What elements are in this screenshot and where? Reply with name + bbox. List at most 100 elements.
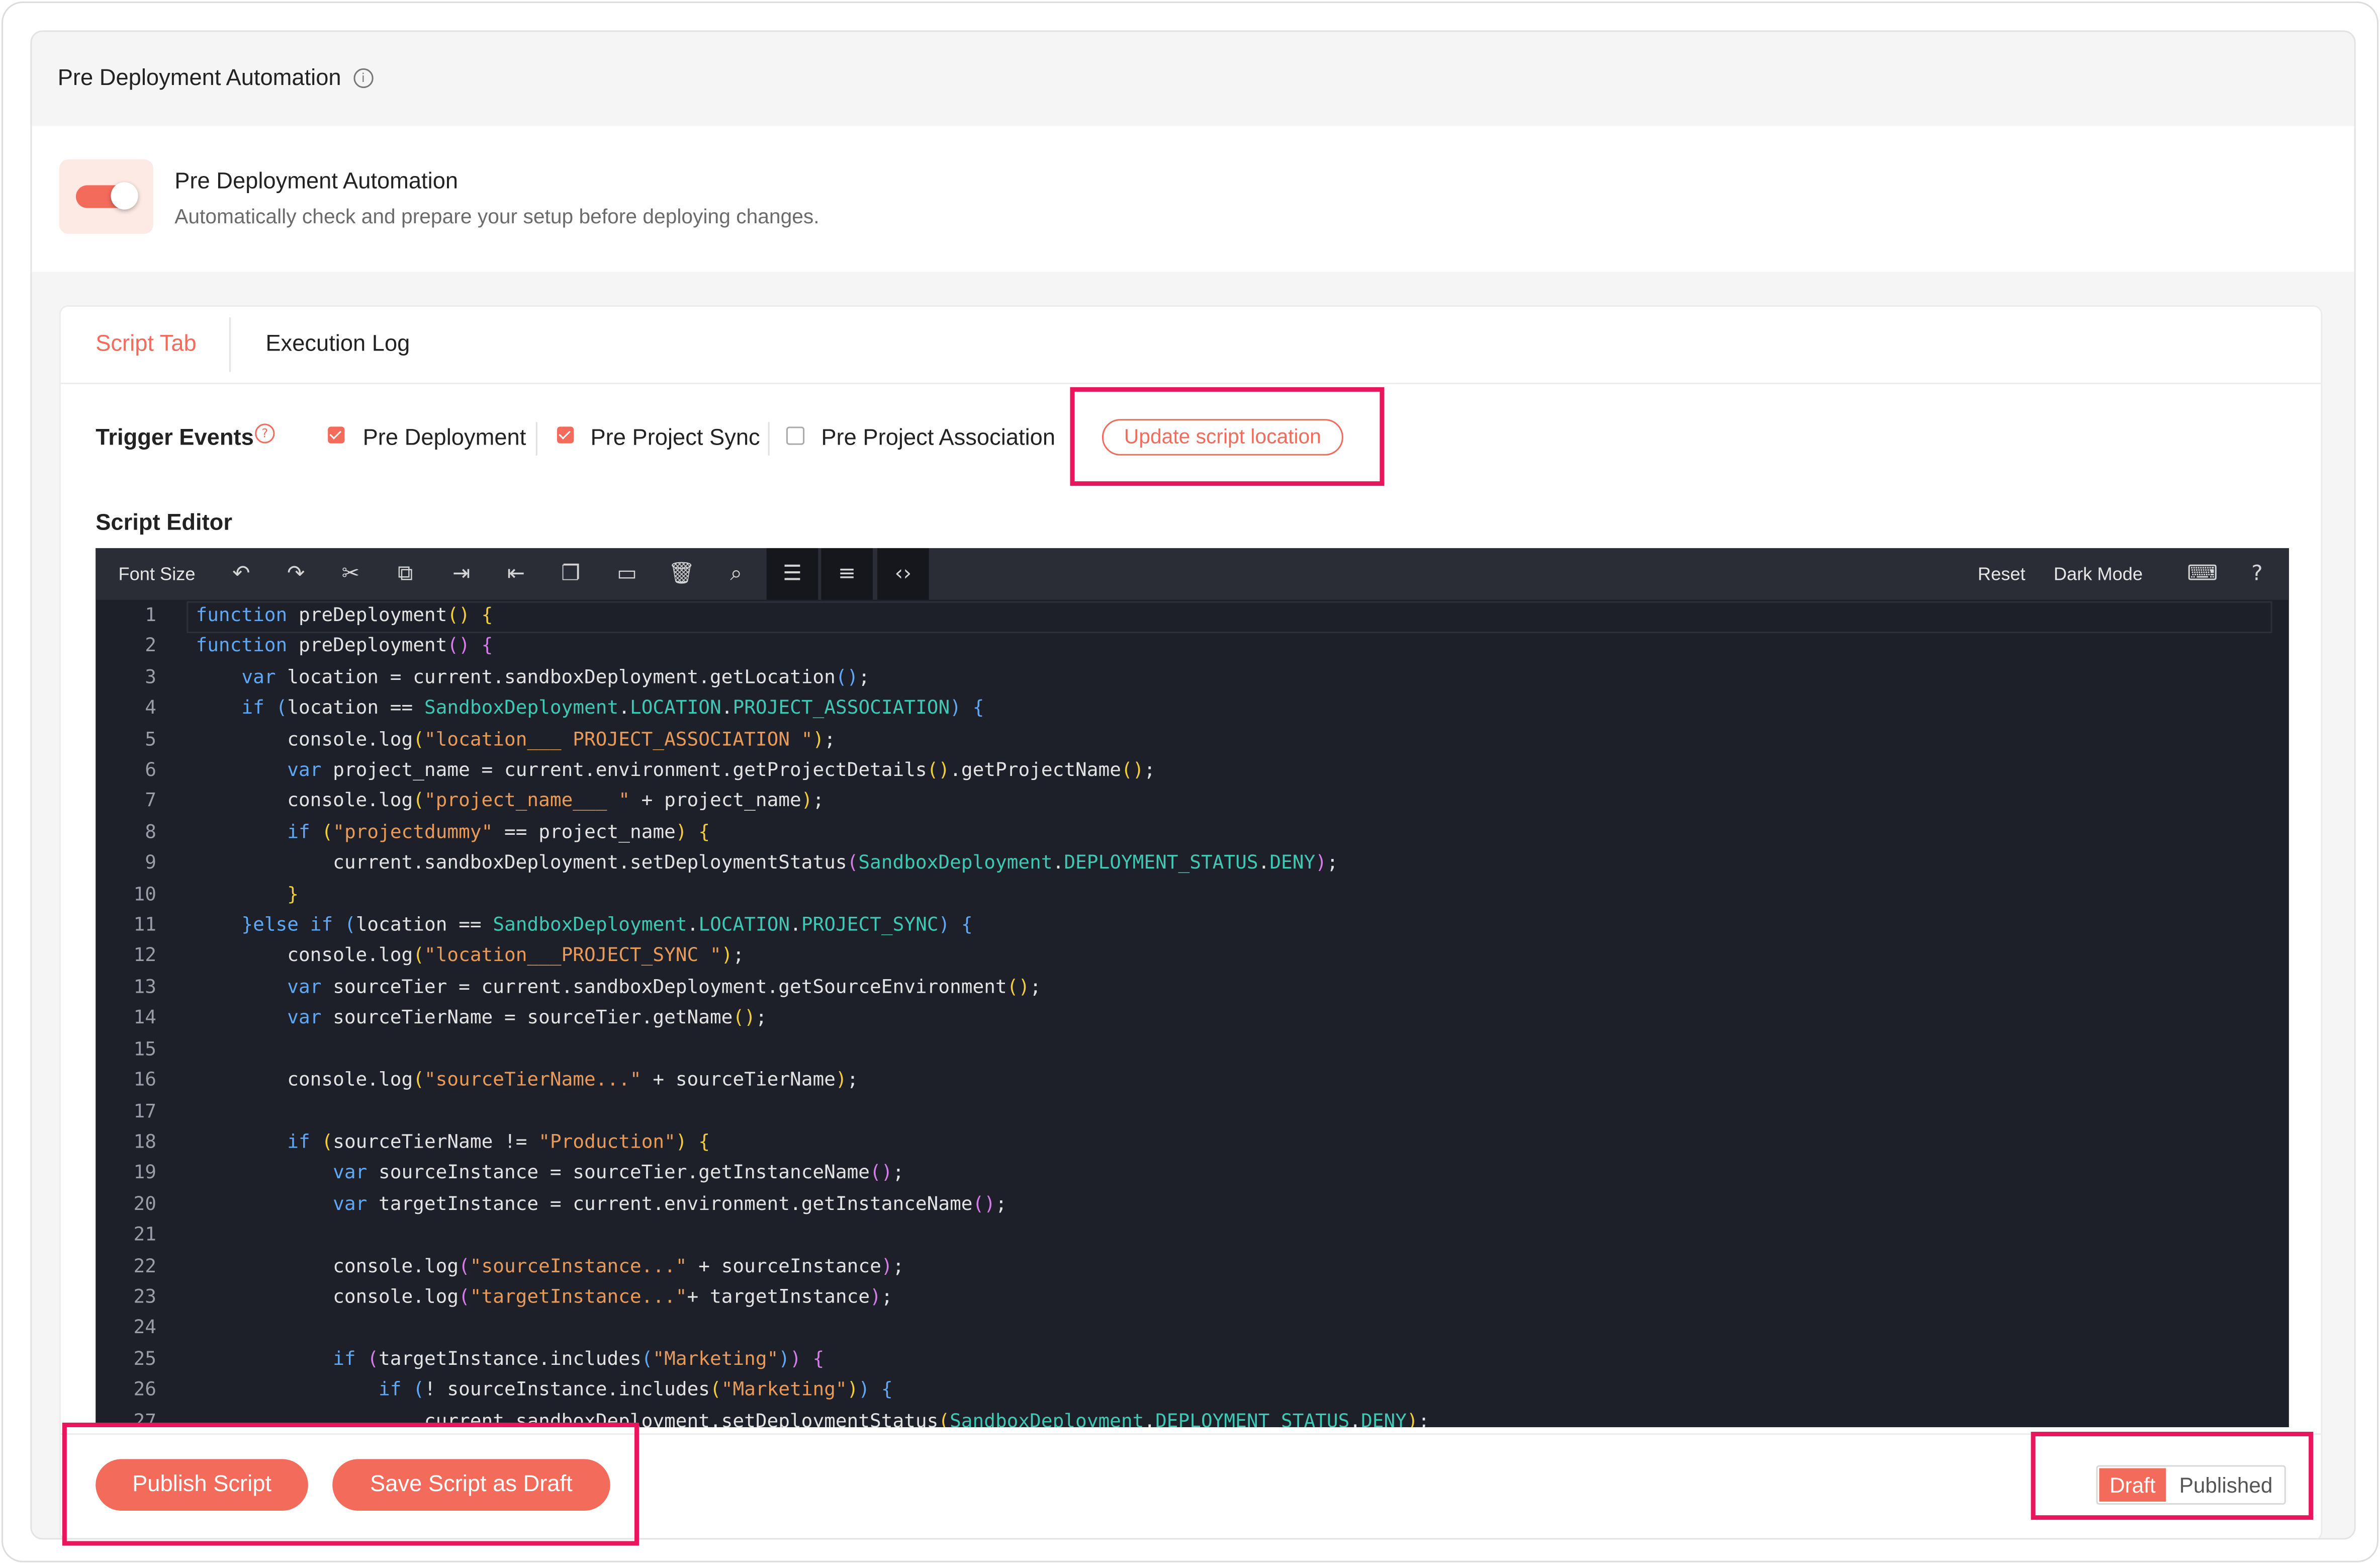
automation-toggle-row: Pre Deployment Automation Automatically … bbox=[32, 126, 2354, 272]
code-line[interactable]: var location = current.sandboxDeployment… bbox=[196, 662, 2275, 693]
code-line[interactable] bbox=[196, 1095, 2275, 1126]
code-line[interactable]: console.log("project_name___ " + project… bbox=[196, 786, 2275, 817]
automation-title: Pre Deployment Automation bbox=[174, 168, 459, 195]
tab-script[interactable]: Script Tab bbox=[96, 331, 197, 357]
help-icon[interactable]: ? bbox=[255, 423, 275, 444]
comment-icon[interactable]: ▭ bbox=[610, 557, 644, 590]
line-number: 22 bbox=[133, 1253, 156, 1276]
delete-icon[interactable]: 🗑 bbox=[665, 557, 698, 590]
code-lines[interactable]: function preDeployment() {function preDe… bbox=[196, 600, 2275, 1427]
redo-icon[interactable]: ↷ bbox=[280, 557, 313, 590]
code-line[interactable] bbox=[196, 1033, 2275, 1065]
code-line[interactable]: console.log("location___PROJECT_SYNC "); bbox=[196, 940, 2275, 972]
tab-bar: Script Tab Execution Log bbox=[60, 307, 2321, 384]
script-editor-label: Script Editor bbox=[96, 510, 232, 536]
line-number: 13 bbox=[133, 974, 156, 998]
font-size-button[interactable]: Font Size bbox=[118, 563, 195, 584]
automation-toggle[interactable] bbox=[75, 182, 138, 210]
code-line[interactable]: }else if (location == SandboxDeployment.… bbox=[196, 910, 2275, 941]
line-number: 9 bbox=[145, 850, 156, 874]
keyboard-icon[interactable]: ⌨ bbox=[2186, 557, 2219, 590]
line-number: 8 bbox=[145, 819, 156, 843]
code-line[interactable]: if (location == SandboxDeployment.LOCATI… bbox=[196, 692, 2275, 724]
code-line[interactable]: } bbox=[196, 879, 2275, 910]
line-number: 21 bbox=[133, 1222, 156, 1246]
pre-project-association-label: Pre Project Association bbox=[821, 425, 1056, 451]
toggle-knob bbox=[111, 182, 138, 210]
code-line[interactable]: current.sandboxDeployment.setDeploymentS… bbox=[196, 847, 2275, 879]
cut-icon[interactable]: ✂ bbox=[334, 557, 367, 590]
pre-project-sync-label: Pre Project Sync bbox=[590, 425, 760, 451]
code-line[interactable]: console.log("sourceInstance..." + source… bbox=[196, 1250, 2275, 1281]
line-number: 12 bbox=[133, 943, 156, 967]
info-icon[interactable]: i bbox=[353, 68, 374, 89]
line-number: 7 bbox=[145, 789, 156, 812]
pre-deployment-label: Pre Deployment bbox=[362, 425, 526, 451]
app-frame: Pre Deployment Automation i Pre Deployme… bbox=[2, 2, 2378, 1562]
annotation-highlight-update bbox=[1070, 387, 1385, 486]
line-numbers-icon[interactable]: ≡ bbox=[821, 548, 873, 600]
script-card: Script Tab Execution Log Trigger Events … bbox=[59, 305, 2323, 1538]
code-line[interactable]: var project_name = current.environment.g… bbox=[196, 755, 2275, 786]
pre-project-sync-checkbox[interactable] bbox=[557, 426, 574, 444]
outdent-icon[interactable]: ⇤ bbox=[499, 557, 532, 590]
line-number: 16 bbox=[133, 1067, 156, 1091]
dark-mode-button[interactable]: Dark Mode bbox=[2054, 563, 2143, 584]
code-line[interactable] bbox=[196, 1313, 2275, 1344]
divider bbox=[768, 422, 770, 456]
line-number: 15 bbox=[133, 1036, 156, 1060]
code-line[interactable]: console.log("location___ PROJECT_ASSOCIA… bbox=[196, 724, 2275, 755]
editor-toolbar: Font Size ↶ ↷ ✂ ⧉ ⇥ ⇤ ❐ ▭ 🗑 ⌕ ☰ ≡ ‹› Res… bbox=[96, 548, 2289, 600]
line-number: 1 bbox=[145, 602, 156, 626]
code-line[interactable]: var sourceTier = current.sandboxDeployme… bbox=[196, 972, 2275, 1003]
tab-execution-log[interactable]: Execution Log bbox=[265, 331, 410, 357]
align-icon[interactable]: ☰ bbox=[766, 548, 818, 600]
code-line[interactable]: console.log("targetInstance..."+ targetI… bbox=[196, 1281, 2275, 1313]
divider bbox=[535, 422, 537, 456]
copy-icon[interactable]: ⧉ bbox=[389, 557, 422, 590]
line-number: 20 bbox=[133, 1191, 156, 1214]
panel-header: Pre Deployment Automation i bbox=[57, 65, 374, 92]
line-number: 26 bbox=[133, 1377, 156, 1401]
toggle-container bbox=[59, 159, 153, 234]
trigger-events-label: Trigger Events bbox=[96, 425, 254, 451]
tab-divider bbox=[229, 317, 231, 372]
indent-icon[interactable]: ⇥ bbox=[445, 557, 478, 590]
code-line[interactable]: console.log("sourceTierName..." + source… bbox=[196, 1065, 2275, 1096]
code-line[interactable] bbox=[196, 1220, 2275, 1251]
code-line[interactable]: var sourceTierName = sourceTier.getName(… bbox=[196, 1002, 2275, 1033]
annotation-highlight-actions bbox=[62, 1422, 639, 1546]
line-number: 4 bbox=[145, 696, 156, 719]
pre-deployment-checkbox[interactable] bbox=[328, 426, 345, 444]
line-number: 2 bbox=[145, 634, 156, 657]
line-number: 25 bbox=[133, 1346, 156, 1369]
find-replace-icon[interactable]: ⌕ bbox=[719, 557, 753, 590]
pre-project-association-checkbox[interactable] bbox=[786, 426, 805, 445]
reset-button[interactable]: Reset bbox=[1978, 563, 2026, 584]
line-number: 10 bbox=[133, 882, 156, 905]
help-icon[interactable]: ? bbox=[2240, 557, 2273, 590]
code-line[interactable]: if ("projectdummy" == project_name) { bbox=[196, 817, 2275, 848]
code-line[interactable]: if (targetInstance.includes("Marketing")… bbox=[196, 1343, 2275, 1374]
code-area[interactable]: 1 2 3 4 5 6 7 8 9 10 11 12 13 14 15 16 17 18 19 20 21 22 23 24 2… bbox=[96, 600, 2289, 1427]
duplicate-icon[interactable]: ❐ bbox=[554, 557, 587, 590]
line-number: 5 bbox=[145, 727, 156, 750]
line-number: 18 bbox=[133, 1129, 156, 1153]
format-code-icon[interactable]: ‹› bbox=[877, 548, 929, 600]
code-line[interactable]: var sourceInstance = sourceTier.getInsta… bbox=[196, 1158, 2275, 1189]
line-number: 19 bbox=[133, 1160, 156, 1183]
line-number: 17 bbox=[133, 1098, 156, 1121]
code-line[interactable]: var targetInstance = current.environment… bbox=[196, 1188, 2275, 1220]
code-line[interactable]: function preDeployment() { bbox=[196, 631, 2275, 662]
code-line[interactable]: if (sourceTierName != "Production") { bbox=[196, 1126, 2275, 1158]
code-line[interactable]: function preDeployment() { bbox=[196, 600, 2275, 631]
panel-title: Pre Deployment Automation bbox=[57, 65, 341, 92]
automation-panel: Pre Deployment Automation i Pre Deployme… bbox=[30, 30, 2356, 1540]
automation-description: Automatically check and prepare your set… bbox=[174, 205, 819, 228]
undo-icon[interactable]: ↶ bbox=[225, 557, 258, 590]
code-line[interactable]: if (! sourceInstance.includes("Marketing… bbox=[196, 1374, 2275, 1406]
line-number-gutter: 1 2 3 4 5 6 7 8 9 10 11 12 13 14 15 16 17 18 19 20 21 22 23 24 2… bbox=[96, 600, 171, 1427]
line-number: 23 bbox=[133, 1284, 156, 1308]
line-number: 14 bbox=[133, 1005, 156, 1028]
line-number: 11 bbox=[133, 912, 156, 935]
